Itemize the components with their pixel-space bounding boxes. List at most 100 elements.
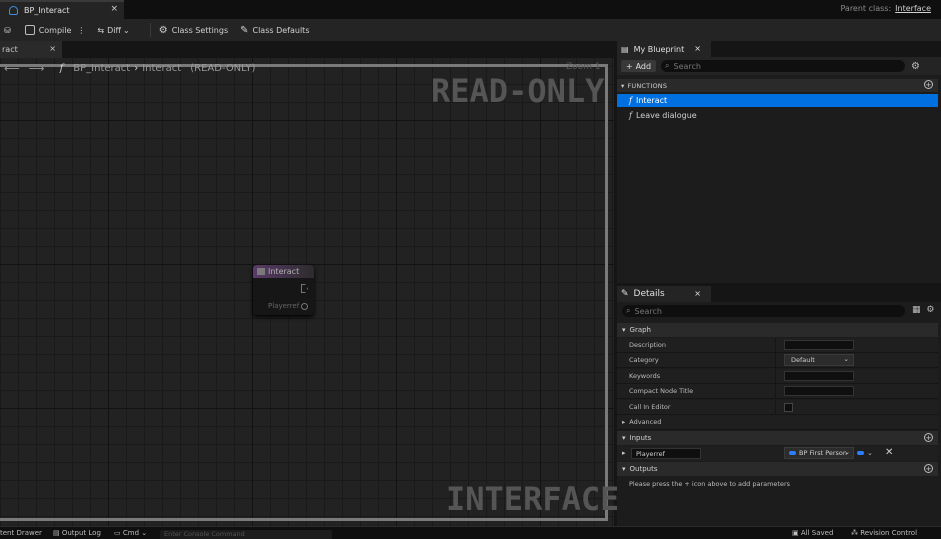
parent-class: Parent class: Interface bbox=[840, 4, 931, 13]
class-defaults-label: Class Defaults bbox=[252, 25, 310, 35]
forward-arrow-icon[interactable]: ⟶ bbox=[29, 62, 45, 75]
category-row: Category Default ⌄ bbox=[617, 353, 938, 368]
advanced-label: Advanced bbox=[629, 418, 662, 426]
details-tab[interactable]: ✎ Details × bbox=[617, 286, 711, 302]
breadcrumb-current: Interact bbox=[142, 62, 182, 74]
parent-class-link[interactable]: Interface bbox=[895, 4, 931, 13]
details-tab-label: Details bbox=[633, 289, 665, 299]
revision-control-button[interactable]: ⁂ Revision Control bbox=[851, 529, 917, 537]
node-pin-label: Playerref bbox=[268, 302, 300, 310]
collapse-arrow-icon: ▾ bbox=[622, 326, 626, 334]
node-title: Interact bbox=[268, 267, 300, 276]
input-parameter-row: ▸ Playerref BP First Person ⌄ ⌄ ✕ bbox=[617, 446, 938, 461]
keywords-row: Keywords bbox=[617, 369, 938, 384]
add-function-icon[interactable]: + bbox=[924, 80, 933, 89]
class-defaults-button[interactable]: ✎ Class Defaults bbox=[240, 25, 309, 36]
object-type-icon bbox=[789, 451, 796, 455]
log-icon: ▤ bbox=[53, 529, 60, 537]
function-icon: f bbox=[629, 111, 632, 120]
close-my-blueprint-icon[interactable]: × bbox=[694, 44, 701, 53]
expand-arrow-icon[interactable]: ▸ bbox=[622, 449, 626, 457]
compile-button[interactable]: Compile ⋮ bbox=[24, 25, 85, 35]
keywords-input[interactable] bbox=[784, 371, 854, 381]
graph-tab-label: ract bbox=[2, 45, 18, 54]
description-input[interactable] bbox=[784, 340, 854, 350]
zoom-indicator: Zoom 1 bbox=[566, 62, 601, 72]
category-dropdown[interactable]: Default ⌄ bbox=[784, 354, 854, 366]
input-name-field[interactable]: Playerref bbox=[631, 448, 701, 459]
functions-section-header[interactable]: ▾ FUNCTIONS + bbox=[617, 79, 938, 92]
title-bar: BP_Interact × Parent class: Interface bbox=[0, 0, 941, 19]
interact-node[interactable]: Interact Playerref bbox=[253, 265, 314, 315]
function-icon: f bbox=[59, 62, 64, 74]
exec-output-pin[interactable] bbox=[301, 284, 308, 293]
details-search-input[interactable]: ⌕ Search bbox=[622, 305, 905, 317]
console-command-input[interactable]: Enter Console Command bbox=[160, 530, 332, 539]
inputs-section-label: Inputs bbox=[629, 434, 652, 442]
gear-icon: ⚙ bbox=[158, 24, 168, 36]
advanced-row[interactable]: ▸ Advanced bbox=[617, 415, 938, 430]
cmd-label: Cmd bbox=[122, 529, 140, 537]
column-divider bbox=[775, 369, 776, 384]
close-graph-tab-icon[interactable]: × bbox=[49, 44, 56, 53]
compile-options-icon[interactable]: ⋮ bbox=[77, 26, 85, 35]
chevron-down-icon: ⌄ bbox=[843, 355, 849, 363]
book-icon: ▤ bbox=[621, 44, 629, 54]
diff-icon: ⇆ bbox=[97, 25, 105, 35]
add-input-icon[interactable]: + bbox=[924, 433, 933, 442]
diff-button[interactable]: ⇆ Diff ⌄ bbox=[97, 26, 129, 35]
function-item-interact[interactable]: f Interact bbox=[617, 94, 938, 107]
function-item-label: Leave dialogue bbox=[635, 111, 697, 120]
settings-gear-icon[interactable]: ⚙ bbox=[926, 305, 934, 315]
breadcrumb-root[interactable]: BP_Interact bbox=[73, 63, 130, 74]
document-tab[interactable]: BP_Interact × bbox=[0, 0, 124, 19]
container-type-dropdown[interactable]: ⌄ bbox=[857, 449, 873, 457]
my-blueprint-tab[interactable]: ▤ My Blueprint × bbox=[617, 41, 711, 57]
remove-input-icon[interactable]: ✕ bbox=[885, 447, 893, 458]
outputs-section-header[interactable]: ▾ Outputs + bbox=[617, 462, 938, 476]
browse-icon[interactable]: ⛁ bbox=[4, 26, 11, 35]
cmd-button[interactable]: ▭ Cmd ⌄ bbox=[114, 529, 147, 537]
call-in-editor-label: Call In Editor bbox=[629, 403, 671, 411]
plus-icon: + bbox=[625, 61, 633, 71]
compact-node-title-input[interactable] bbox=[784, 386, 854, 396]
add-output-icon[interactable]: + bbox=[924, 464, 933, 473]
interface-watermark: INTERFACE bbox=[446, 480, 620, 518]
graph-tab-strip: ract × bbox=[0, 41, 614, 58]
expand-arrow-icon: ▸ bbox=[622, 418, 626, 426]
back-arrow-icon[interactable]: ⟵ bbox=[4, 62, 20, 75]
single-value-icon bbox=[857, 451, 864, 455]
chevron-down-icon: ⌄ bbox=[844, 448, 850, 456]
graph-section-header[interactable]: ▾ Graph bbox=[617, 323, 938, 337]
settings-gear-icon[interactable]: ⚙ bbox=[911, 61, 920, 72]
class-settings-button[interactable]: ⚙ Class Settings bbox=[159, 25, 228, 36]
compact-node-title-row: Compact Node Title bbox=[617, 384, 938, 399]
revision-control-icon: ⁂ bbox=[851, 529, 858, 537]
function-item-leave-dialogue[interactable]: f Leave dialogue bbox=[617, 109, 938, 122]
breadcrumb-mode: (READ-ONLY) bbox=[190, 62, 256, 74]
graph-tab[interactable]: ract × bbox=[0, 41, 62, 58]
content-drawer-button[interactable]: tent Drawer bbox=[0, 529, 42, 537]
column-divider bbox=[775, 338, 776, 353]
inputs-section-header[interactable]: ▾ Inputs + bbox=[617, 431, 938, 445]
add-button[interactable]: + Add bbox=[621, 60, 656, 72]
table-view-icon[interactable]: ▦ bbox=[912, 305, 921, 315]
node-function-icon bbox=[257, 268, 265, 275]
close-details-icon[interactable]: × bbox=[694, 289, 701, 298]
function-item-label: Interact bbox=[635, 96, 668, 105]
compile-icon bbox=[24, 25, 35, 35]
all-saved-button[interactable]: ▣ All Saved bbox=[792, 529, 833, 537]
object-output-pin[interactable] bbox=[301, 302, 309, 310]
read-only-watermark: READ-ONLY bbox=[431, 72, 605, 110]
chevron-down-icon: ⌄ bbox=[123, 25, 130, 35]
input-type-dropdown[interactable]: BP First Person ⌄ bbox=[784, 447, 854, 459]
call-in-editor-checkbox[interactable] bbox=[784, 403, 793, 412]
pencil-icon: ✎ bbox=[621, 289, 629, 299]
my-blueprint-search-input[interactable]: ⌕ Search bbox=[661, 60, 905, 72]
close-tab-icon[interactable]: × bbox=[110, 4, 118, 14]
output-log-button[interactable]: ▤ Output Log bbox=[53, 529, 101, 537]
search-icon: ⌕ bbox=[665, 61, 670, 70]
toolbar: ⛁ Compile ⋮ ⇆ Diff ⌄ ⚙ Class Settings ✎ … bbox=[0, 19, 941, 41]
node-header: Interact bbox=[253, 265, 314, 278]
functions-header-label: FUNCTIONS bbox=[627, 81, 668, 90]
